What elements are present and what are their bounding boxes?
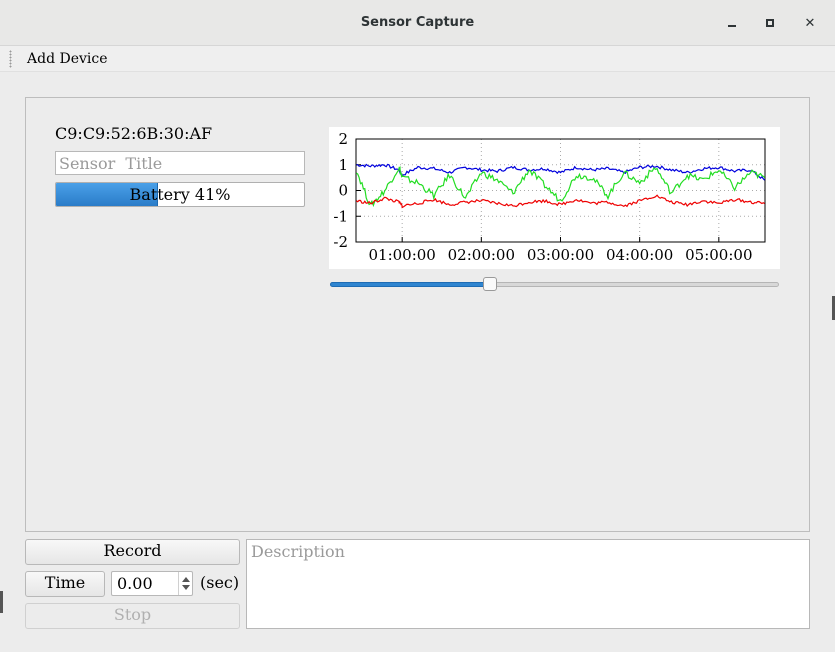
x-tick-label: 02:00:00 (448, 246, 515, 264)
y-tick-label: -2 (333, 233, 348, 251)
window-edge-mark (0, 591, 3, 613)
spin-buttons[interactable] (178, 572, 192, 595)
maximize-button[interactable] (761, 14, 779, 32)
time-spinbox[interactable]: 0.00 (111, 571, 193, 596)
window-title: Sensor Capture (360, 15, 475, 30)
spin-down-icon[interactable] (182, 585, 190, 590)
time-button[interactable]: Time (25, 571, 105, 597)
device-mac-address: C9:C9:52:6B:30:AF (55, 124, 213, 143)
close-icon: ✕ (804, 15, 816, 31)
menu-bar: Add Device (0, 46, 835, 72)
time-unit-label: (sec) (200, 573, 240, 592)
minimize-button[interactable] (723, 14, 741, 32)
spin-up-icon[interactable] (182, 577, 190, 582)
x-tick-label: 05:00:00 (685, 246, 752, 264)
battery-label: Battery 41% (129, 185, 231, 204)
sensor-title-input[interactable] (55, 151, 305, 175)
y-tick-label: 1 (338, 156, 348, 174)
menu-add-device[interactable]: Add Device (27, 51, 108, 67)
time-value[interactable]: 0.00 (117, 574, 153, 593)
close-button[interactable]: ✕ (801, 14, 819, 32)
x-tick-label: 04:00:00 (606, 246, 673, 264)
slider-handle[interactable] (483, 277, 498, 291)
timeline-slider[interactable] (330, 277, 779, 291)
description-field[interactable] (246, 539, 810, 629)
title-bar: Sensor Capture ✕ (0, 0, 835, 46)
sensor-chart-svg: -2 -1 0 1 2 01:00:00 02:00:00 03:00:00 04:00:00 0… (333, 130, 766, 264)
minimize-icon (728, 25, 736, 27)
x-tick-label: 01:00:00 (368, 246, 435, 264)
y-tick-label: 2 (338, 130, 348, 148)
series-line-red (355, 194, 765, 209)
battery-progress-bar: Battery 41% (55, 182, 305, 207)
sensor-chart: -2 -1 0 1 2 01:00:00 02:00:00 03:00:00 04:00:00 0… (329, 127, 780, 269)
record-button[interactable]: Record (25, 539, 240, 565)
toolbar-grip-icon[interactable] (9, 50, 12, 68)
y-tick-label: -1 (333, 207, 348, 225)
maximize-icon (766, 19, 774, 27)
slider-fill (330, 282, 491, 287)
stop-button[interactable]: Stop (25, 603, 240, 629)
x-tick-label: 03:00:00 (527, 246, 594, 264)
y-tick-label: 0 (338, 182, 348, 200)
